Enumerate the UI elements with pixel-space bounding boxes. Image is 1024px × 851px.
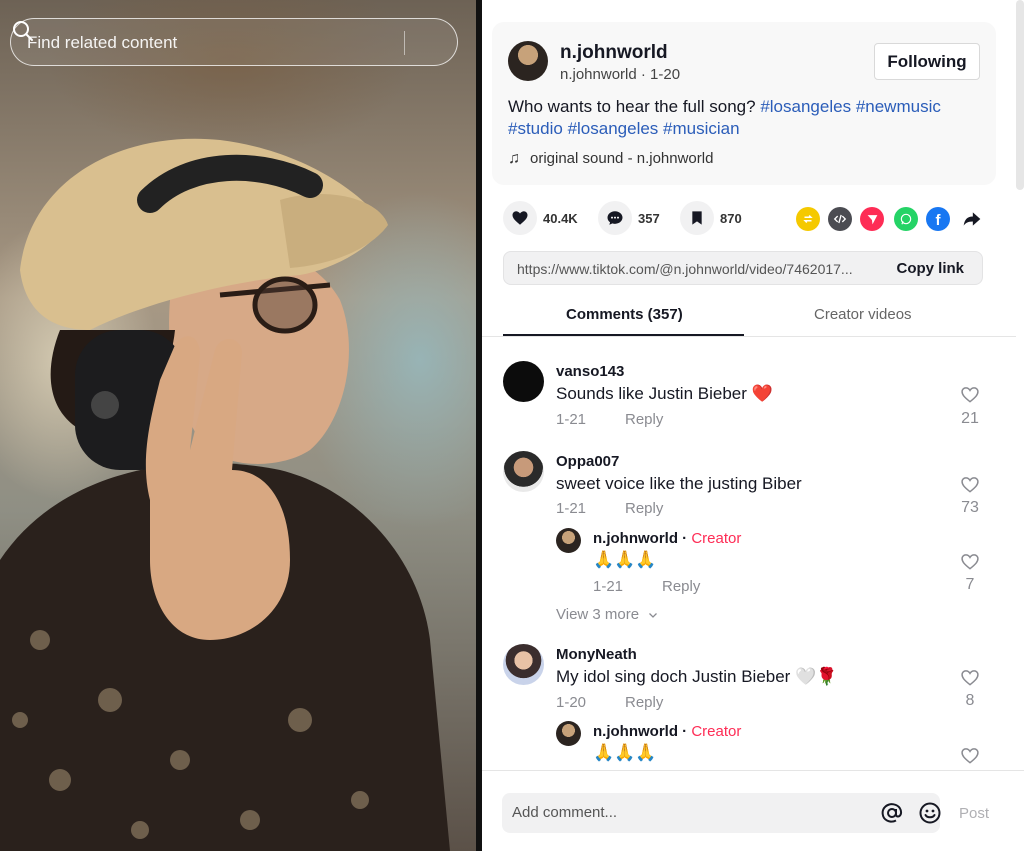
copy-link-button[interactable]: Copy link [896, 260, 964, 277]
video-link-box: https://www.tiktok.com/@n.johnworld/vide… [503, 251, 983, 285]
save-count: 870 [720, 210, 742, 226]
comment-bubble-icon[interactable] [598, 201, 632, 235]
post-info-card: n.johnworld n.johnworld · 1-20 Following… [492, 22, 996, 185]
avatar[interactable] [503, 361, 544, 402]
embed-icon[interactable] [828, 207, 852, 231]
reply-date: 1-21 [593, 578, 624, 595]
mention-at-icon[interactable] [880, 801, 904, 825]
heart-icon[interactable] [503, 201, 537, 235]
sound-label: original sound - n.johnworld [530, 150, 714, 167]
author-subline: n.johnworld · 1-20 [560, 66, 681, 83]
facebook-icon[interactable]: f [926, 207, 950, 231]
tab-creator-videos[interactable]: Creator videos [814, 306, 912, 323]
chevron-down-icon [649, 613, 658, 618]
post-button[interactable]: Post [959, 805, 989, 822]
video-frame-image [0, 138, 450, 851]
comment-like-count: 21 [961, 410, 979, 427]
reply-username[interactable]: n.johnworld · Creator [593, 530, 741, 547]
separator-dot: · [677, 530, 692, 547]
video-player[interactable]: Find related content [0, 0, 476, 851]
comment-date: 1-21 [556, 411, 587, 428]
avatar[interactable] [556, 721, 581, 746]
caption-text: Who wants to hear the full song? [508, 97, 756, 116]
avatar[interactable] [503, 451, 544, 492]
composer-divider [482, 770, 1024, 771]
search-icon[interactable] [11, 19, 35, 43]
like-count: 40.4K [543, 210, 578, 226]
reply-text: 🙏🙏🙏 [593, 743, 657, 762]
video-url[interactable]: https://www.tiktok.com/@n.johnworld/vide… [517, 261, 887, 277]
reply-username[interactable]: n.johnworld · Creator [593, 723, 741, 740]
view-more-replies[interactable]: View 3 more [556, 606, 659, 623]
view-more-label: View 3 more [556, 606, 640, 623]
heart-outline-icon[interactable] [960, 385, 980, 405]
creator-badge: Creator [691, 723, 742, 740]
reply-author: n.johnworld [593, 723, 678, 740]
hashtag-link[interactable]: #musician [663, 119, 740, 138]
comment-stat[interactable]: 357 [598, 201, 660, 235]
send-icon[interactable] [860, 207, 884, 231]
avatar[interactable] [503, 644, 544, 685]
avatar[interactable] [556, 528, 581, 553]
comment-text: My idol sing doch Justin Bieber 🤍🌹 [556, 667, 838, 686]
comment-date: 1-21 [556, 500, 587, 517]
details-panel: n.johnworld n.johnworld · 1-20 Following… [482, 0, 1024, 851]
reply-author: n.johnworld [593, 530, 678, 547]
like-stat[interactable]: 40.4K [503, 201, 578, 235]
separator-dot: · [677, 723, 692, 740]
hashtag-link[interactable]: #losangeles [568, 119, 659, 138]
heart-outline-icon[interactable] [960, 746, 980, 766]
hashtag-link[interactable]: #studio [508, 119, 563, 138]
comment-text: sweet voice like the justing Biber [556, 474, 802, 493]
music-note-icon: ♫ [508, 150, 520, 167]
reply-button[interactable]: Reply [662, 578, 700, 595]
heart-outline-icon[interactable] [960, 668, 980, 688]
hashtag-link[interactable]: #losangeles [760, 97, 851, 116]
search-bar[interactable]: Find related content [10, 18, 458, 66]
sound-link[interactable]: ♫ original sound - n.johnworld [508, 150, 713, 168]
author-username[interactable]: n.johnworld [560, 42, 668, 64]
reply-like-count: 7 [965, 576, 975, 593]
comment-text: Sounds like Justin Bieber ❤️ [556, 384, 773, 403]
share-arrow-icon[interactable] [960, 207, 984, 231]
heart-outline-icon[interactable] [960, 552, 980, 572]
reply-button[interactable]: Reply [625, 500, 663, 517]
reply-button[interactable]: Reply [625, 411, 663, 428]
save-stat[interactable]: 870 [680, 201, 742, 235]
comment-username[interactable]: vanso143 [556, 363, 624, 380]
reply-text: 🙏🙏🙏 [593, 550, 657, 569]
creator-badge: Creator [691, 530, 742, 547]
comment-like-count: 8 [965, 692, 975, 709]
repost-icon[interactable] [796, 207, 820, 231]
bookmark-icon[interactable] [680, 201, 714, 235]
tab-comments[interactable]: Comments (357) [566, 306, 683, 323]
comment-username[interactable]: MonyNeath [556, 646, 637, 663]
following-button[interactable]: Following [874, 43, 980, 80]
comment-username[interactable]: Oppa007 [556, 453, 619, 470]
comment-like-count: 73 [961, 499, 979, 516]
comment-date: 1-20 [556, 694, 587, 711]
post-caption: Who wants to hear the full song? #losang… [508, 96, 978, 140]
whatsapp-icon[interactable] [894, 207, 918, 231]
heart-outline-icon[interactable] [960, 475, 980, 495]
comment-count: 357 [638, 210, 660, 226]
reply-button[interactable]: Reply [625, 694, 663, 711]
comment-input[interactable]: Add comment... [502, 793, 942, 833]
scrollbar[interactable] [1016, 0, 1024, 190]
tabs-divider [482, 336, 1016, 337]
hashtag-link[interactable]: #newmusic [856, 97, 941, 116]
search-divider [404, 31, 405, 55]
author-avatar[interactable] [508, 41, 548, 81]
search-placeholder: Find related content [27, 33, 178, 52]
comment-placeholder: Add comment... [512, 804, 618, 821]
emoji-icon[interactable] [918, 801, 942, 825]
